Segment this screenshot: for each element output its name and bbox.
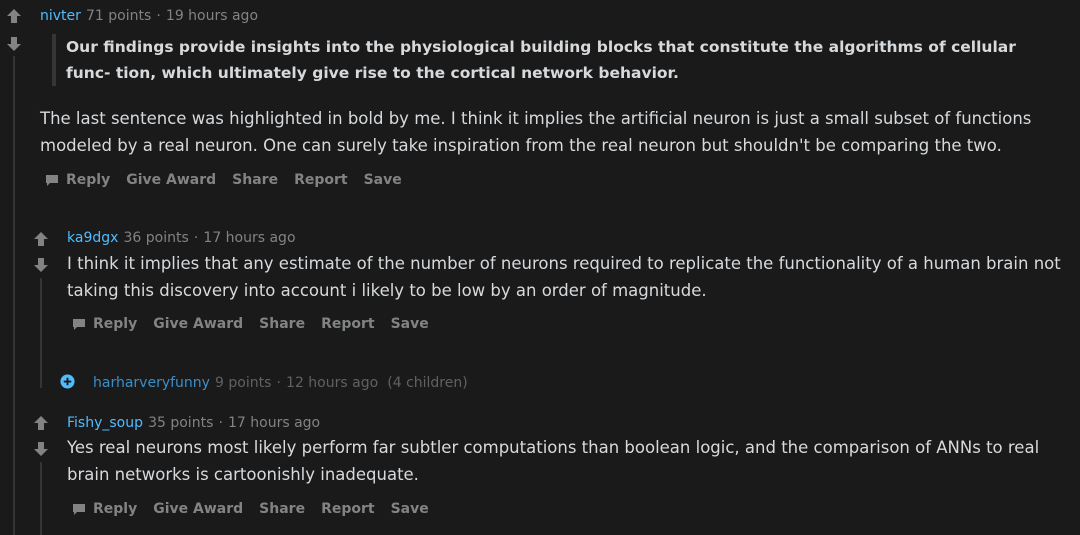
timestamp[interactable]: 17 hours ago bbox=[228, 415, 320, 431]
downvote-arrow-icon[interactable] bbox=[33, 441, 49, 457]
comment-actions: Reply Give Award Share Report Save bbox=[71, 501, 445, 517]
blockquote: Our findings provide insights into the p… bbox=[52, 34, 1046, 86]
downvote-arrow-icon[interactable] bbox=[6, 36, 22, 52]
give-award-button[interactable]: Give Award bbox=[153, 316, 243, 332]
reply-label: Reply bbox=[93, 501, 138, 517]
thread-line[interactable] bbox=[40, 462, 42, 535]
thread-line[interactable] bbox=[13, 56, 15, 535]
upvote-arrow-icon[interactable] bbox=[6, 8, 22, 24]
separator: · bbox=[276, 375, 281, 391]
children-count[interactable]: (4 children) bbox=[387, 375, 467, 391]
comment-meta: nivter 71 points · 19 hours ago bbox=[40, 5, 258, 24]
share-button[interactable]: Share bbox=[259, 501, 305, 517]
timestamp[interactable]: 17 hours ago bbox=[203, 230, 295, 246]
points: 36 points bbox=[123, 230, 189, 246]
points: 35 points bbox=[148, 415, 214, 431]
points: 71 points bbox=[86, 8, 152, 24]
comment-meta: Fishy_soup 35 points · 17 hours ago bbox=[67, 412, 320, 431]
separator: · bbox=[156, 8, 161, 24]
save-button[interactable]: Save bbox=[364, 172, 402, 188]
reply-button[interactable]: Reply bbox=[71, 316, 137, 332]
comment-meta: harharveryfunny 9 points · 12 hours ago … bbox=[93, 372, 468, 391]
comment-body: Yes real neurons most likely perform far… bbox=[67, 438, 1040, 484]
give-award-button[interactable]: Give Award bbox=[153, 501, 243, 517]
comment-body: I think it implies that any estimate of … bbox=[67, 254, 1061, 300]
report-button[interactable]: Report bbox=[321, 316, 375, 332]
report-button[interactable]: Report bbox=[321, 501, 375, 517]
author-link[interactable]: harharveryfunny bbox=[93, 375, 210, 391]
author-link[interactable]: nivter bbox=[40, 8, 81, 24]
share-button[interactable]: Share bbox=[259, 316, 305, 332]
timestamp[interactable]: 19 hours ago bbox=[166, 8, 258, 24]
reply-button[interactable]: Reply bbox=[71, 501, 137, 517]
reply-label: Reply bbox=[93, 316, 138, 332]
downvote-arrow-icon[interactable] bbox=[33, 257, 49, 273]
separator: · bbox=[193, 230, 199, 246]
points: 9 points bbox=[215, 375, 272, 391]
share-button[interactable]: Share bbox=[232, 172, 278, 188]
comment-body: The last sentence was highlighted in bol… bbox=[40, 109, 1032, 155]
speech-bubble-icon bbox=[73, 504, 85, 515]
comment-actions: Reply Give Award Share Report Save bbox=[44, 172, 418, 188]
plus-circle-icon[interactable] bbox=[60, 374, 75, 389]
upvote-arrow-icon[interactable] bbox=[33, 415, 49, 431]
comment-actions: Reply Give Award Share Report Save bbox=[71, 316, 445, 332]
save-button[interactable]: Save bbox=[391, 501, 429, 517]
comment-meta: ka9dgx 36 points · 17 hours ago bbox=[67, 227, 296, 246]
reply-button[interactable]: Reply bbox=[44, 172, 110, 188]
separator: · bbox=[218, 415, 223, 431]
author-link[interactable]: ka9dgx bbox=[67, 230, 118, 246]
author-link[interactable]: Fishy_soup bbox=[67, 415, 143, 431]
reply-label: Reply bbox=[66, 172, 111, 188]
timestamp[interactable]: 12 hours ago bbox=[286, 375, 378, 391]
speech-bubble-icon bbox=[73, 319, 85, 330]
report-button[interactable]: Report bbox=[294, 172, 348, 188]
give-award-button[interactable]: Give Award bbox=[126, 172, 216, 188]
thread-line[interactable] bbox=[40, 278, 42, 388]
speech-bubble-icon bbox=[46, 175, 58, 186]
upvote-arrow-icon[interactable] bbox=[33, 231, 49, 247]
save-button[interactable]: Save bbox=[391, 316, 429, 332]
